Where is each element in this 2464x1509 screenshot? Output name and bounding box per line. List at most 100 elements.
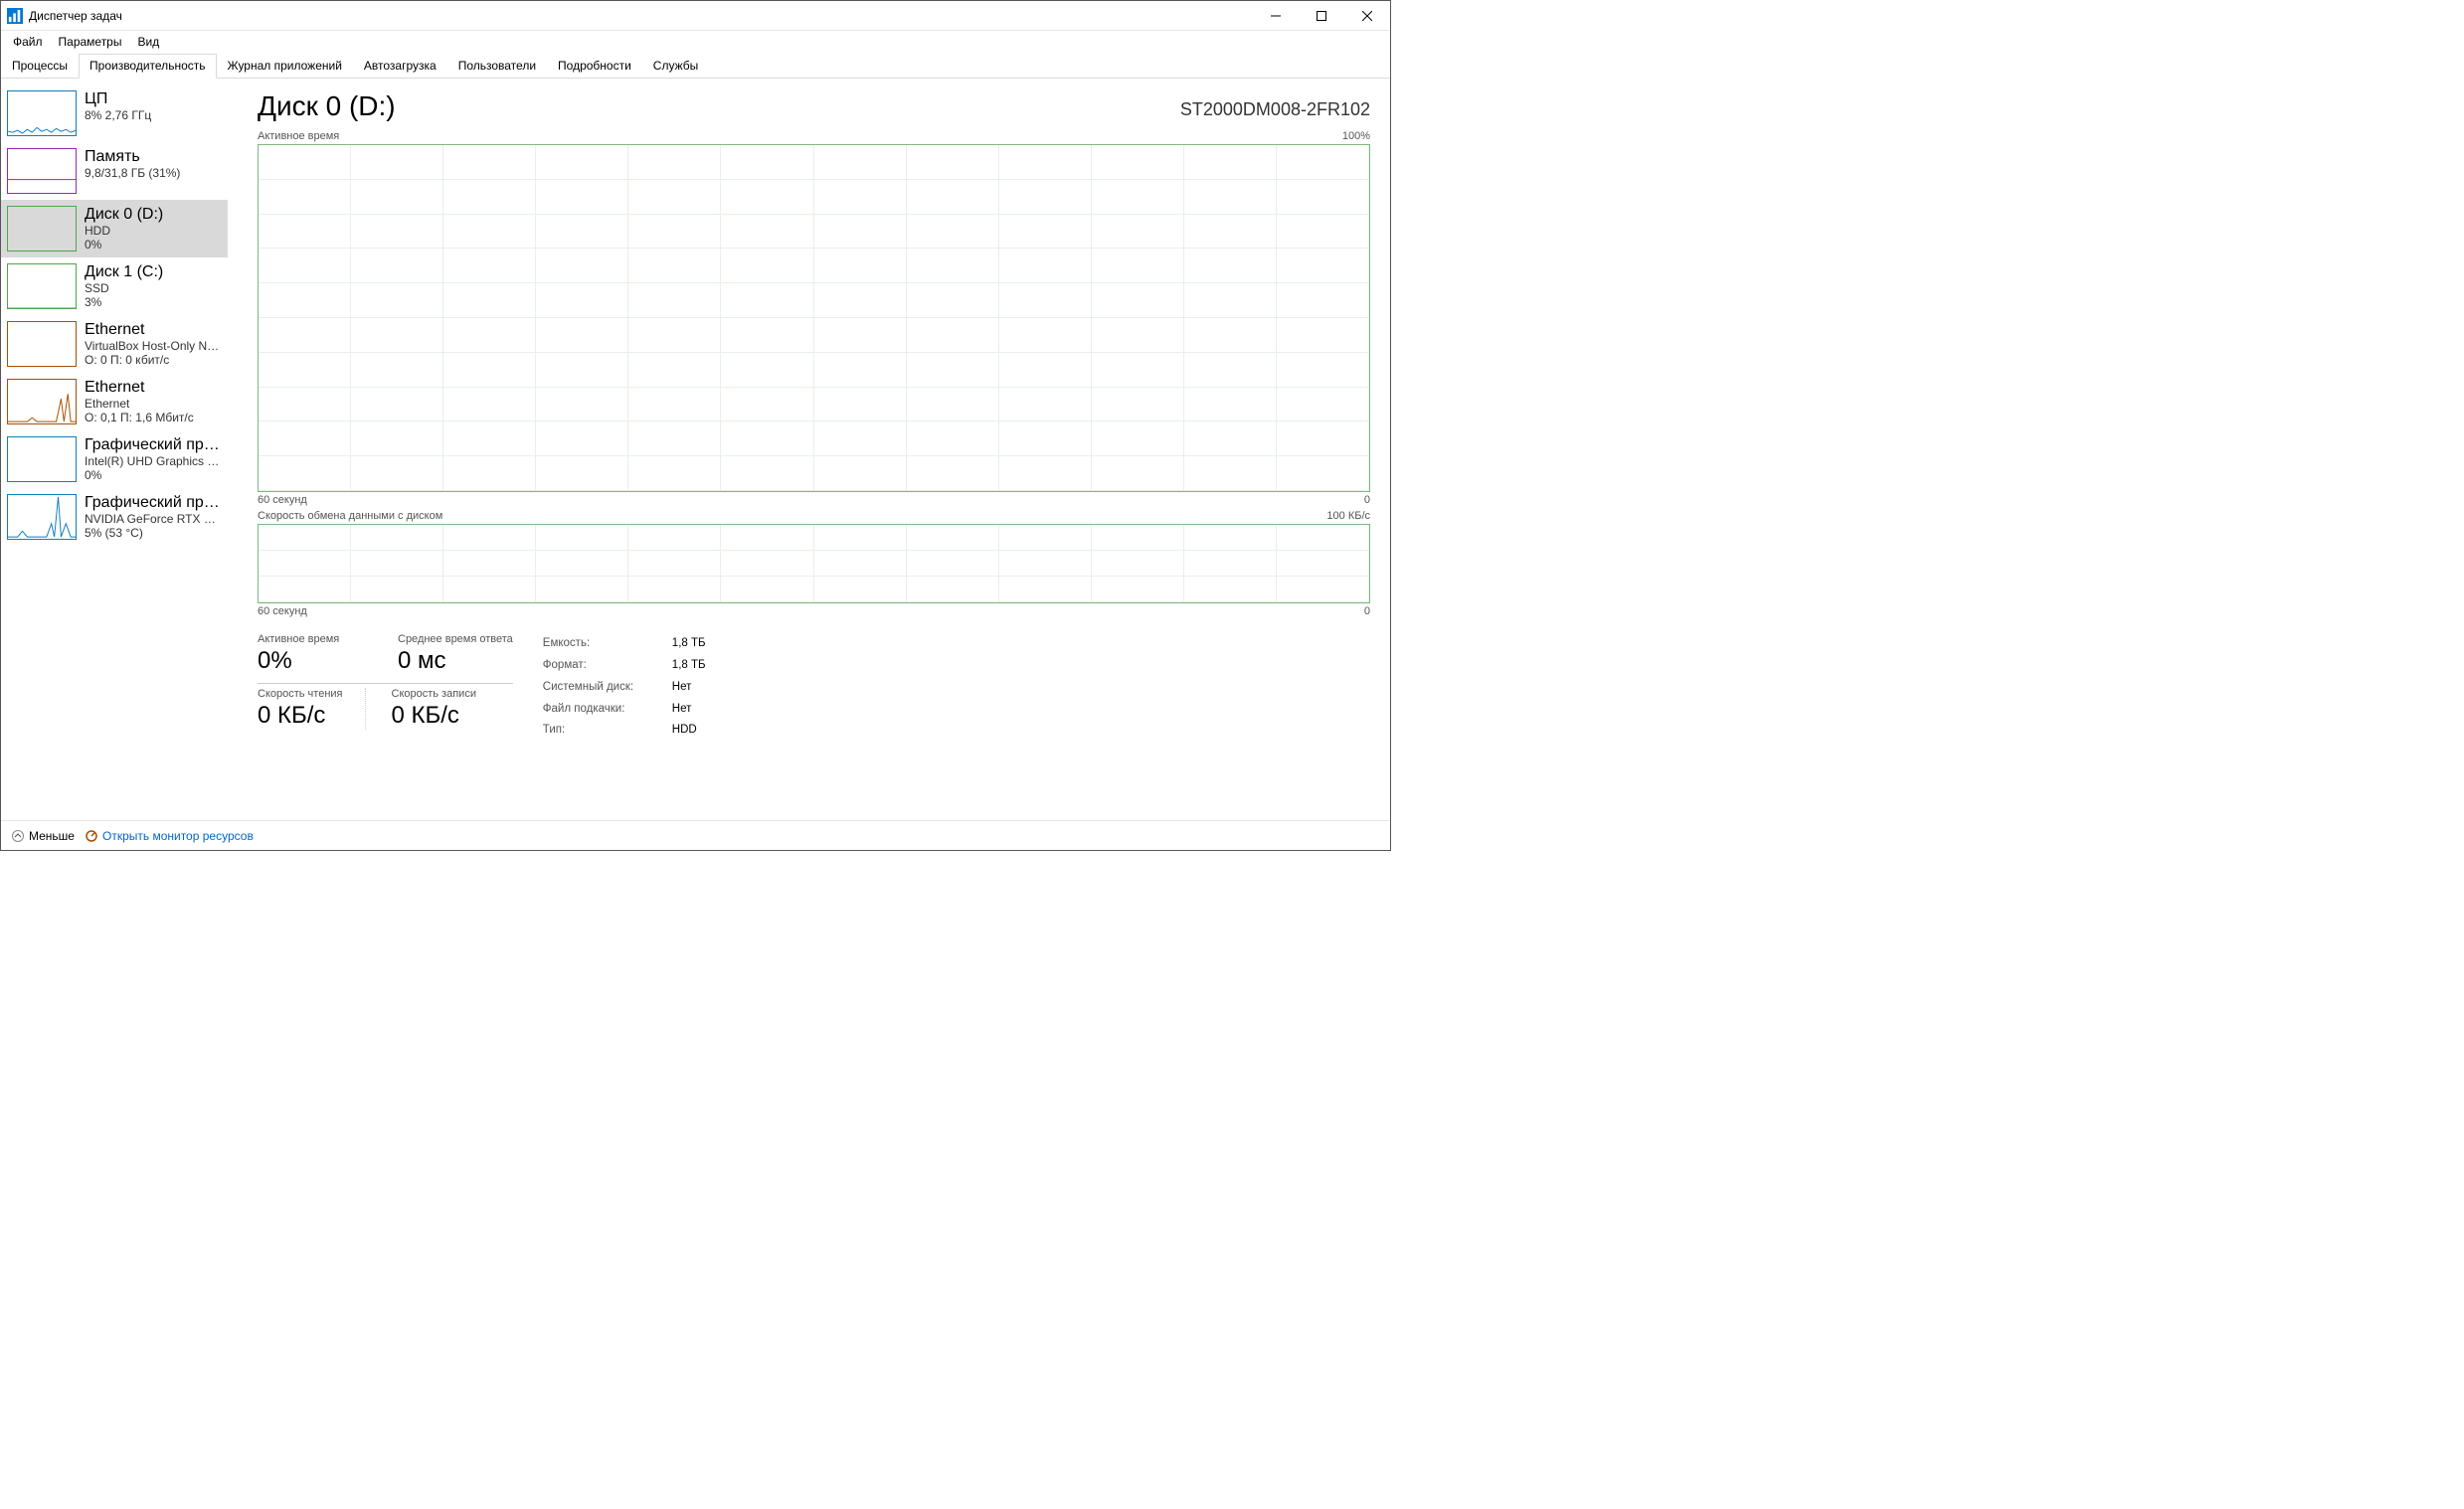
tab-processes[interactable]: Процессы	[1, 54, 79, 79]
fewer-details-label: Меньше	[29, 829, 75, 843]
disk-model: ST2000DM008-2FR102	[1180, 99, 1370, 120]
chart-bottom-right-label: 0	[1364, 494, 1370, 506]
menubar: Файл Параметры Вид	[1, 31, 1390, 53]
sidebar-item-sub: Intel(R) UHD Graphics 7…	[85, 454, 222, 468]
disk-thumb-icon	[7, 206, 77, 252]
tab-details[interactable]: Подробности	[547, 54, 642, 79]
kv-val: 1,8 ТБ	[672, 633, 706, 655]
disk-properties: Емкость: 1,8 ТБ Формат: 1,8 ТБ Системный д…	[543, 633, 706, 742]
ethernet-thumb-icon	[7, 321, 77, 367]
gpu-thumb-icon	[7, 436, 77, 482]
resource-monitor-icon	[85, 829, 98, 843]
chart-top-right-label: 100%	[1342, 130, 1370, 142]
gpu-thumb-icon	[7, 494, 77, 540]
tab-startup[interactable]: Автозагрузка	[353, 54, 447, 79]
sidebar-item-ethernet0[interactable]: Ethernet VirtualBox Host-Only N… О: 0 П:…	[1, 315, 228, 373]
sidebar-item-label: Графический про…	[85, 436, 222, 454]
sidebar-item-label: Диск 0 (D:)	[85, 206, 222, 224]
sidebar-item-label: Ethernet	[85, 321, 222, 339]
menu-view[interactable]: Вид	[129, 33, 167, 51]
maximize-button[interactable]	[1299, 1, 1344, 31]
chart-top-right-label: 100 КБ/с	[1326, 510, 1370, 522]
sidebar-item-label: ЦП	[85, 90, 222, 108]
chart-top-left-label: Активное время	[258, 130, 339, 142]
chart-bottom-left-label: 60 секунд	[258, 605, 307, 617]
sidebar-item-sub: SSD	[85, 281, 222, 295]
sidebar-item-sub2: 3%	[85, 295, 222, 309]
close-button[interactable]	[1344, 1, 1390, 31]
chart-bottom-left-label: 60 секунд	[258, 494, 307, 506]
sidebar-item-ethernet1[interactable]: Ethernet Ethernet О: 0,1 П: 1,6 Мбит/с	[1, 373, 228, 430]
ethernet-thumb-icon	[7, 379, 77, 424]
menu-options[interactable]: Параметры	[51, 33, 130, 51]
sidebar-item-sub2: 5% (53 °C)	[85, 526, 222, 540]
chart-top-left-label: Скорость обмена данными с диском	[258, 510, 442, 522]
disk-thumb-icon	[7, 263, 77, 309]
chart-bottom-right-label: 0	[1364, 605, 1370, 617]
tab-services[interactable]: Службы	[642, 54, 709, 79]
kv-val: HDD	[672, 720, 697, 742]
stat-value-response: 0 мс	[398, 647, 513, 675]
chart-active-time: Активное время 100% 60 секунд 0	[258, 130, 1370, 506]
sidebar-item-sub2: О: 0,1 П: 1,6 Мбит/с	[85, 411, 222, 424]
sidebar-item-label: Ethernet	[85, 379, 222, 397]
main-header: Диск 0 (D:) ST2000DM008-2FR102	[258, 90, 1370, 122]
open-resource-monitor-button[interactable]: Открыть монитор ресурсов	[85, 829, 254, 843]
stat-label-write: Скорость записи	[392, 688, 476, 700]
chevron-up-icon	[11, 829, 25, 843]
tab-performance[interactable]: Производительность	[79, 54, 216, 79]
sidebar-item-gpu0[interactable]: Графический про… Intel(R) UHD Graphics 7…	[1, 430, 228, 488]
page-title: Диск 0 (D:)	[258, 90, 396, 122]
sidebar-item-gpu1[interactable]: Графический про… NVIDIA GeForce RTX 30… …	[1, 488, 228, 546]
sidebar-item-sub: VirtualBox Host-Only N…	[85, 339, 222, 353]
sidebar: ЦП 8% 2,76 ГГц Память 9,8/31,8 ГБ (31%) …	[1, 79, 228, 820]
main-panel: Диск 0 (D:) ST2000DM008-2FR102 Активное …	[228, 79, 1390, 820]
sidebar-item-sub2: О: 0 П: 0 кбит/с	[85, 353, 222, 367]
sidebar-item-label: Диск 1 (C:)	[85, 263, 222, 281]
kv-key: Тип:	[543, 720, 658, 742]
sidebar-item-memory[interactable]: Память 9,8/31,8 ГБ (31%)	[1, 142, 228, 200]
stat-label-response: Среднее время ответа	[398, 633, 513, 645]
fewer-details-button[interactable]: Меньше	[11, 829, 75, 843]
kv-key: Емкость:	[543, 633, 658, 655]
stat-label-read: Скорость чтения	[258, 688, 343, 700]
stat-value-read: 0 КБ/с	[258, 702, 343, 730]
sidebar-item-sub: HDD	[85, 224, 222, 238]
kv-val: Нет	[672, 699, 692, 721]
transfer-rate-chart	[258, 524, 1370, 603]
sidebar-item-sub: NVIDIA GeForce RTX 30…	[85, 512, 222, 526]
sidebar-item-sub: Ethernet	[85, 397, 222, 411]
sidebar-item-cpu[interactable]: ЦП 8% 2,76 ГГц	[1, 84, 228, 142]
open-resource-monitor-label: Открыть монитор ресурсов	[102, 829, 254, 843]
sidebar-item-sub2: 0%	[85, 238, 222, 252]
stats-row: Активное время 0% Среднее время ответа 0…	[258, 633, 1370, 742]
chart-transfer-rate: Скорость обмена данными с диском 100 КБ/…	[258, 510, 1370, 617]
titlebar: Диспетчер задач	[1, 1, 1390, 31]
active-time-chart	[258, 144, 1370, 492]
sidebar-item-disk1[interactable]: Диск 1 (C:) SSD 3%	[1, 257, 228, 315]
app-icon	[7, 8, 23, 24]
sidebar-item-sub2: 0%	[85, 468, 222, 482]
stat-label-active: Активное время	[258, 633, 372, 645]
sidebar-item-sub: 9,8/31,8 ГБ (31%)	[85, 166, 222, 180]
tab-users[interactable]: Пользователи	[447, 54, 547, 79]
cpu-thumb-icon	[7, 90, 77, 136]
tabs: Процессы Производительность Журнал прило…	[1, 53, 1390, 79]
sidebar-item-label: Графический про…	[85, 494, 222, 512]
kv-key: Системный диск:	[543, 677, 658, 699]
sidebar-item-sub: 8% 2,76 ГГц	[85, 108, 222, 122]
window-title: Диспетчер задач	[29, 9, 122, 23]
minimize-button[interactable]	[1253, 1, 1299, 31]
stat-value-write: 0 КБ/с	[392, 702, 476, 730]
task-manager-window: Диспетчер задач Файл Параметры Вид Проце…	[0, 0, 1391, 851]
sidebar-item-disk0[interactable]: Диск 0 (D:) HDD 0%	[1, 200, 228, 257]
sidebar-item-label: Память	[85, 148, 222, 166]
kv-key: Файл подкачки:	[543, 699, 658, 721]
memory-thumb-icon	[7, 148, 77, 194]
tab-app-history[interactable]: Журнал приложений	[217, 54, 353, 79]
kv-key: Формат:	[543, 655, 658, 677]
stat-value-active: 0%	[258, 647, 372, 675]
kv-val: 1,8 ТБ	[672, 655, 706, 677]
footer: Меньше Открыть монитор ресурсов	[1, 820, 1390, 850]
menu-file[interactable]: Файл	[5, 33, 51, 51]
